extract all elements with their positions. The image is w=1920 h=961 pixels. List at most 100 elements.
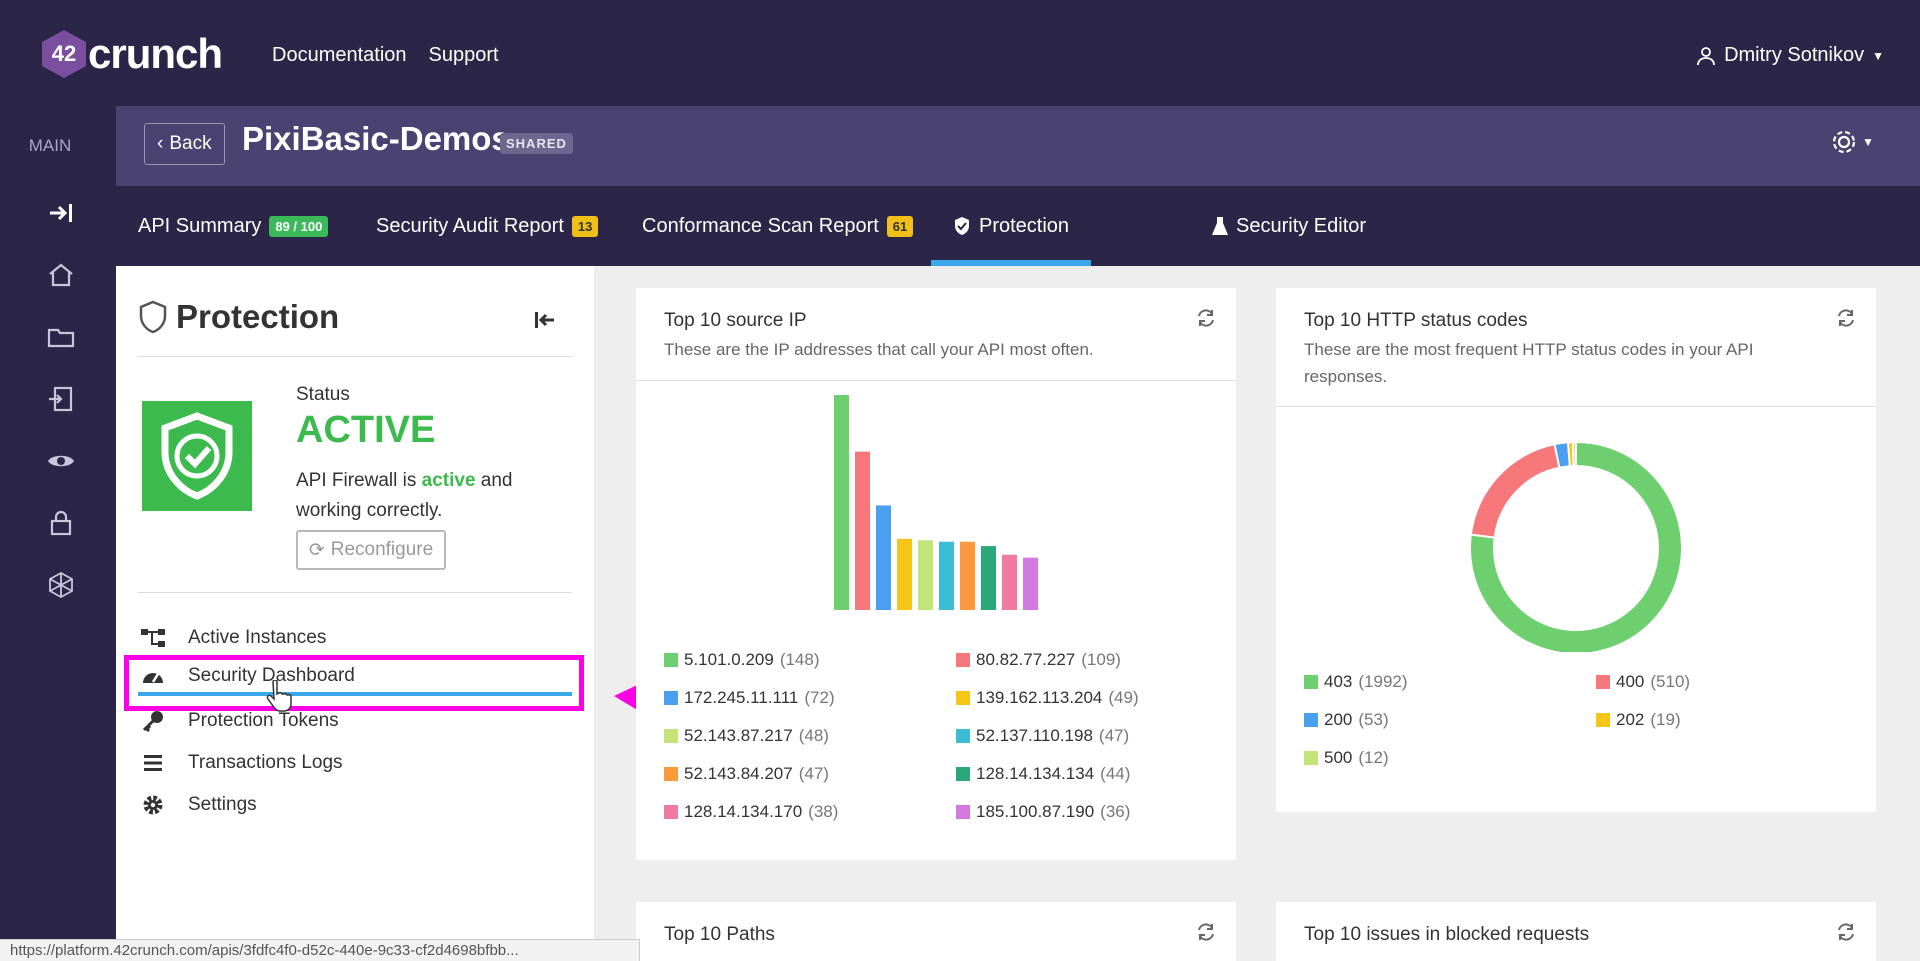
source-ip-bar-chart — [834, 395, 1038, 610]
chevron-down-icon: ▼ — [1872, 48, 1884, 63]
protection-title: Protection — [138, 298, 339, 336]
annotation-highlight-box — [124, 655, 584, 711]
logo-text: crunch — [88, 30, 223, 77]
bar-80.82.77.227[interactable] — [855, 451, 870, 610]
eye-icon[interactable] — [44, 444, 78, 478]
bar-52.143.84.207[interactable] — [960, 541, 975, 610]
chevron-left-icon: ‹ — [157, 133, 164, 154]
legend-item[interactable]: 403 (1992) — [1304, 672, 1408, 692]
tab-security-audit-report[interactable]: Security Audit Report 13 — [376, 186, 599, 266]
bar-128.14.134.170[interactable] — [1002, 554, 1017, 610]
back-button[interactable]: ‹ Back — [144, 123, 225, 165]
refresh-icon[interactable] — [1836, 922, 1856, 947]
card-title: Top 10 issues in blocked requests — [1304, 924, 1590, 945]
bar-185.100.87.190[interactable] — [1023, 557, 1038, 610]
tab-protection[interactable]: Protection — [931, 186, 1092, 266]
legend-item[interactable]: 139.162.113.204 (49) — [956, 688, 1139, 708]
reconfigure-label: Reconfigure — [330, 539, 434, 560]
legend-label: 128.14.134.134 — [976, 764, 1095, 783]
legend-label: 200 — [1324, 710, 1353, 729]
logo[interactable]: 42 crunch — [42, 30, 223, 78]
legend-item[interactable]: 128.14.134.134 (44) — [956, 764, 1130, 784]
legend-item[interactable]: 52.137.110.198 (47) — [956, 726, 1129, 746]
tab-security-editor[interactable]: Security Editor — [1212, 186, 1366, 266]
legend-count: (72) — [804, 688, 835, 707]
slice-400[interactable] — [1469, 443, 1561, 539]
bar-139.162.113.204[interactable] — [897, 538, 912, 610]
legend-swatch — [1596, 675, 1610, 689]
legend-item[interactable]: 185.100.87.190 (36) — [956, 802, 1130, 822]
menu-item-transactions-logs[interactable]: Transactions Logs — [138, 745, 572, 781]
bar-52.143.87.217[interactable] — [918, 540, 933, 610]
legend-item[interactable]: 400 (510) — [1596, 672, 1690, 692]
legend-label: 400 — [1616, 672, 1645, 691]
legend-swatch — [1304, 713, 1318, 727]
slice-500[interactable] — [1571, 440, 1577, 468]
folder-icon[interactable] — [44, 320, 78, 354]
key-icon — [138, 710, 168, 732]
reconfigure-button[interactable]: ⟳ Reconfigure — [296, 530, 446, 570]
user-icon — [1697, 46, 1715, 65]
support-link[interactable]: Support — [429, 44, 499, 67]
back-button-label: Back — [169, 133, 212, 154]
tab-label: API Summary — [138, 214, 262, 237]
legend-count: (44) — [1100, 764, 1131, 783]
legend-swatch — [956, 729, 970, 743]
refresh-icon[interactable] — [1836, 308, 1856, 333]
home-icon[interactable] — [44, 258, 78, 292]
legend-count: (510) — [1650, 672, 1691, 691]
issue-count-badge: 13 — [571, 215, 599, 237]
legend-item[interactable]: 80.82.77.227 (109) — [956, 650, 1121, 670]
bar-5.101.0.209[interactable] — [834, 395, 849, 610]
divider — [138, 592, 572, 593]
legend-swatch — [664, 729, 678, 743]
tab-api-summary[interactable]: API Summary 89 / 100 — [138, 186, 329, 266]
legend-item[interactable]: 128.14.134.170 (38) — [664, 802, 838, 822]
legend-count: (19) — [1650, 710, 1681, 729]
left-rail: MAIN — [0, 106, 116, 961]
legend-item[interactable]: 500 (12) — [1304, 748, 1389, 768]
legend-item[interactable]: 52.143.87.217 (48) — [664, 726, 829, 746]
user-name: Dmitry Sotnikov — [1724, 44, 1865, 66]
logo-hex: 42 — [42, 30, 86, 78]
legend-item[interactable]: 52.143.84.207 (47) — [664, 764, 829, 784]
legend-count: (12) — [1358, 748, 1389, 767]
project-settings-menu[interactable]: ▼ — [1830, 128, 1874, 156]
legend-swatch — [956, 767, 970, 781]
legend-swatch — [664, 691, 678, 705]
bar-128.14.134.134[interactable] — [981, 546, 996, 610]
divider — [1276, 406, 1876, 407]
menu-item-settings[interactable]: Settings — [138, 787, 572, 823]
chevron-down-icon: ▼ — [1862, 135, 1874, 149]
browser-status-bar: https://platform.42crunch.com/apis/3fdfc… — [0, 939, 640, 961]
card-top-source-ip: Top 10 source IP These are the IP addres… — [636, 288, 1236, 860]
card-subtitle: These are the IP addresses that call you… — [664, 340, 1094, 359]
bar-52.137.110.198[interactable] — [939, 541, 954, 610]
legend-item[interactable]: 172.245.11.111 (72) — [664, 688, 835, 708]
legend-swatch — [664, 653, 678, 667]
legend-label: 172.245.11.111 — [684, 688, 799, 707]
legend-label: 403 — [1324, 672, 1353, 691]
network-icon[interactable] — [44, 568, 78, 602]
hand-pointer-icon — [264, 679, 292, 717]
bar-172.245.11.111[interactable] — [876, 505, 891, 610]
tab-conformance-scan-report[interactable]: Conformance Scan Report 61 — [642, 186, 914, 266]
documentation-link[interactable]: Documentation — [272, 44, 407, 67]
menu-item-active-instances[interactable]: Active Instances — [138, 620, 572, 656]
refresh-icon[interactable] — [1196, 308, 1216, 333]
expand-sidebar-icon[interactable] — [44, 196, 78, 230]
card-top-http-status: Top 10 HTTP status codes These are the m… — [1276, 288, 1876, 812]
legend-item[interactable]: 5.101.0.209 (148) — [664, 650, 820, 670]
legend-swatch — [664, 805, 678, 819]
project-title: PixiBasic-Demos — [242, 120, 510, 157]
protection-panel: Protection Status ACTIVE API Firewall is… — [116, 266, 594, 961]
menu-item-label: Transactions Logs — [188, 752, 343, 773]
legend-item[interactable]: 200 (53) — [1304, 710, 1389, 730]
legend-item[interactable]: 202 (19) — [1596, 710, 1681, 730]
lock-icon[interactable] — [44, 506, 78, 540]
import-icon[interactable] — [44, 382, 78, 416]
user-menu[interactable]: Dmitry Sotnikov ▼ — [1696, 44, 1884, 67]
gear-icon — [1833, 130, 1856, 154]
collapse-panel-icon[interactable] — [534, 310, 556, 335]
refresh-icon[interactable] — [1196, 922, 1216, 947]
